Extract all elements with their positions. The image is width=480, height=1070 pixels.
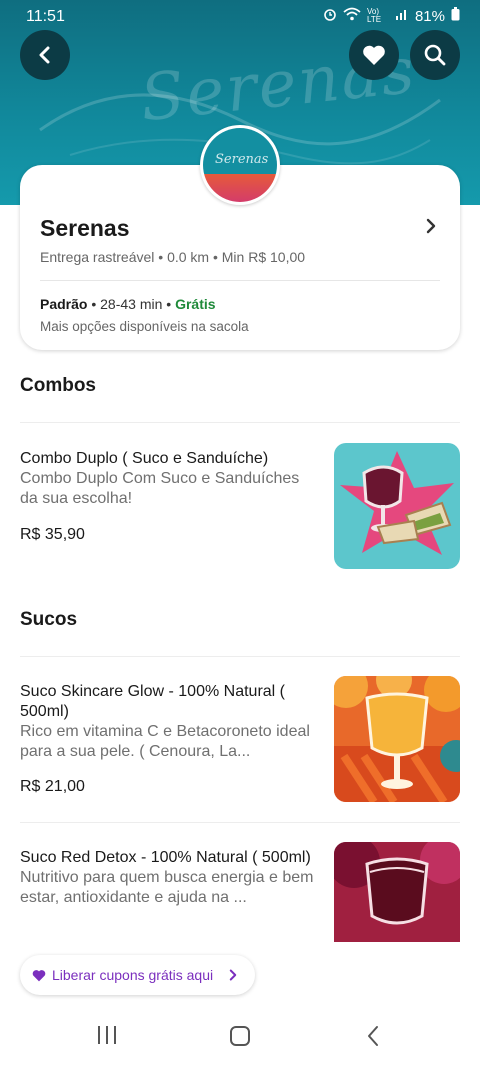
item-image-combo — [334, 443, 460, 569]
status-time: 11:51 — [26, 8, 65, 25]
heart-icon — [32, 969, 46, 981]
free-coupons-button[interactable]: Liberar cupons grátis aqui — [20, 955, 256, 995]
divider — [40, 280, 440, 281]
home-icon — [230, 1026, 250, 1046]
store-logo: Serenas — [200, 125, 280, 205]
alarm-icon — [323, 7, 337, 25]
item-price: R$ 21,00 — [20, 778, 85, 795]
wifi-icon — [343, 7, 361, 25]
recent-apps-icon — [98, 1026, 116, 1044]
system-navigation-bar — [0, 1005, 480, 1070]
back-button[interactable] — [20, 30, 70, 80]
item-title: Suco Red Detox - 100% Natural ( 500ml) — [20, 849, 311, 866]
item-description-text: Rico em vitamina C e Betacoroneto ideal … — [20, 723, 310, 760]
item-image-suco-skincare — [334, 676, 460, 802]
item-description: Nutritivo para quem busca energia e bem … — [20, 869, 314, 906]
section-title-combos: Combos — [20, 375, 96, 396]
delivery-info: Padrão • 28-43 min • Grátis — [40, 296, 216, 312]
menu-item[interactable]: Combo Duplo ( Suco e Sanduíche) Combo Du… — [20, 443, 460, 569]
chevron-right-icon — [229, 969, 237, 981]
coupon-label: Liberar cupons grátis aqui — [52, 967, 214, 983]
system-back-button[interactable] — [366, 1025, 380, 1052]
section-title-sucos: Sucos — [20, 609, 78, 630]
battery-icon — [451, 7, 460, 25]
favorite-button[interactable] — [349, 30, 399, 80]
store-logo-text: Serenas — [215, 152, 269, 167]
status-bar: 11:51 Vo) LTE 81% — [0, 0, 480, 34]
divider — [20, 656, 460, 657]
chevron-left-icon — [368, 1026, 378, 1046]
signal-icon — [395, 7, 409, 25]
status-icons: Vo) LTE 81% — [323, 7, 460, 25]
item-price: R$ 35,90 — [20, 526, 85, 543]
delivery-time: • 28-43 min • — [87, 296, 176, 312]
menu-item[interactable]: Suco Red Detox - 100% Natural ( 500ml) N… — [20, 842, 460, 942]
recent-apps-button[interactable] — [96, 1025, 118, 1050]
item-title: Suco Skincare Glow - 100% Natural ( 500m… — [20, 683, 285, 720]
search-icon — [424, 44, 446, 66]
battery-level: 81% — [414, 7, 445, 25]
divider — [20, 822, 460, 823]
item-description: Rico em vitamina C e Betacoroneto ideal … — [20, 722, 315, 762]
item-image-suco-red-detox — [334, 842, 460, 942]
store-meta: Entrega rastreável • 0.0 km • Min R$ 10,… — [40, 249, 306, 265]
delivery-mode: Padrão — [40, 296, 88, 312]
search-button[interactable] — [410, 30, 460, 80]
more-options-text: Mais opções disponíveis na sacola — [40, 319, 249, 334]
menu-item[interactable]: Suco Skincare Glow - 100% Natural ( 500m… — [20, 676, 460, 802]
store-name: Serenas — [40, 215, 130, 241]
item-description: Combo Duplo Com Suco e Sanduíches da sua… — [20, 470, 300, 507]
divider — [20, 422, 460, 423]
home-button[interactable] — [229, 1025, 251, 1052]
heart-icon — [363, 45, 385, 65]
network-label: Vo) LTE — [366, 7, 382, 24]
chevron-right-icon[interactable] — [426, 217, 436, 240]
item-title: Combo Duplo ( Suco e Sanduíche) — [20, 450, 269, 467]
delivery-fee: Grátis — [175, 296, 216, 312]
chevron-left-icon — [39, 46, 50, 64]
